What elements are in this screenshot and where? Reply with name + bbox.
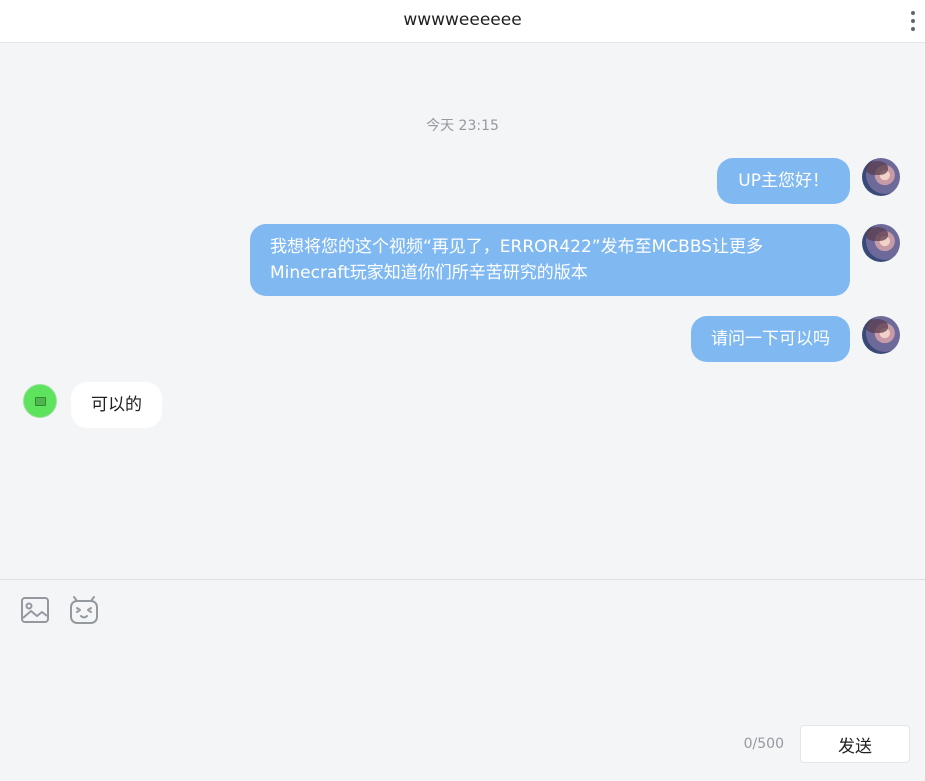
image-icon[interactable] — [20, 596, 50, 624]
send-button[interactable]: 发送 — [800, 725, 910, 763]
message-text: 可以的 — [91, 395, 142, 415]
message-input[interactable] — [20, 640, 909, 724]
avatar[interactable] — [862, 158, 900, 196]
message-bubble-self: 请问一下可以吗 — [691, 316, 850, 362]
avatar[interactable] — [862, 224, 900, 262]
message-bubble-other: 可以的 — [71, 382, 162, 428]
chat-header: wwwweeeeee — [0, 0, 925, 43]
more-vertical-icon[interactable] — [909, 11, 917, 31]
composer-divider — [0, 579, 925, 580]
avatar[interactable] — [23, 384, 57, 418]
avatar-logo — [34, 396, 46, 406]
bilibili-emoji-icon[interactable] — [68, 595, 100, 625]
message-bubble-self: 我想将您的这个视频“再见了，ERROR422”发布至MCBBS让更多 Minec… — [250, 224, 850, 296]
message-list: 今天 23:15 UP主您好！ 我想将您的这个视频“再见了，ERROR422”发… — [0, 44, 925, 579]
message-text: UP主您好！ — [738, 171, 829, 191]
message-text-line: 我想将您的这个视频“再见了，ERROR422”发布至MCBBS让更多 — [270, 237, 763, 257]
message-bubble-self: UP主您好！ — [717, 158, 850, 204]
message-text-line: Minecraft玩家知道你们所辛苦研究的版本 — [270, 263, 588, 283]
chat-title: wwwweeeeee — [403, 10, 522, 30]
message-text: 请问一下可以吗 — [711, 329, 830, 349]
avatar[interactable] — [862, 316, 900, 354]
char-counter: 0/500 — [743, 736, 784, 752]
message-timestamp: 今天 23:15 — [426, 118, 499, 134]
